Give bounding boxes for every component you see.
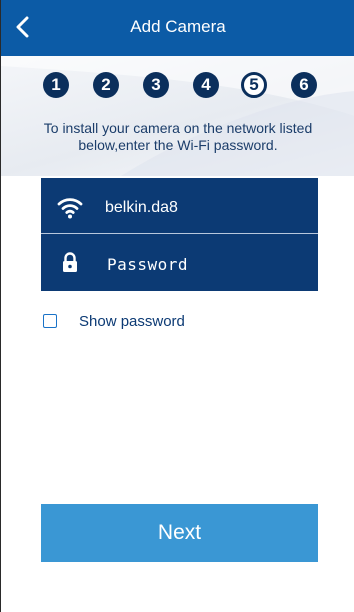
- step-6: 6: [291, 72, 317, 98]
- step-indicator: 1 2 3 4 5 6: [1, 72, 354, 100]
- password-row: [41, 234, 318, 291]
- hero-panel: 1 2 3 4 5 6 To install your camera on th…: [1, 56, 354, 176]
- network-name: belkin.da8: [105, 199, 178, 216]
- password-input[interactable]: [105, 249, 309, 279]
- lock-icon: [63, 252, 77, 272]
- next-button[interactable]: Next: [41, 504, 318, 562]
- step-4: 4: [193, 72, 219, 98]
- page-title: Add Camera: [130, 17, 226, 36]
- app-bar: Add Camera: [1, 0, 354, 56]
- step-1: 1: [43, 72, 69, 98]
- step-5-current: 5: [241, 72, 267, 98]
- step-3: 3: [143, 72, 169, 98]
- wifi-icon: [57, 198, 83, 219]
- show-password-option[interactable]: Show password: [43, 311, 185, 331]
- instructions-text: To install your camera on the network li…: [43, 120, 313, 153]
- network-row: belkin.da8: [41, 178, 318, 234]
- show-password-label: Show password: [79, 312, 185, 330]
- show-password-checkbox[interactable]: [43, 314, 57, 328]
- step-2: 2: [93, 72, 119, 98]
